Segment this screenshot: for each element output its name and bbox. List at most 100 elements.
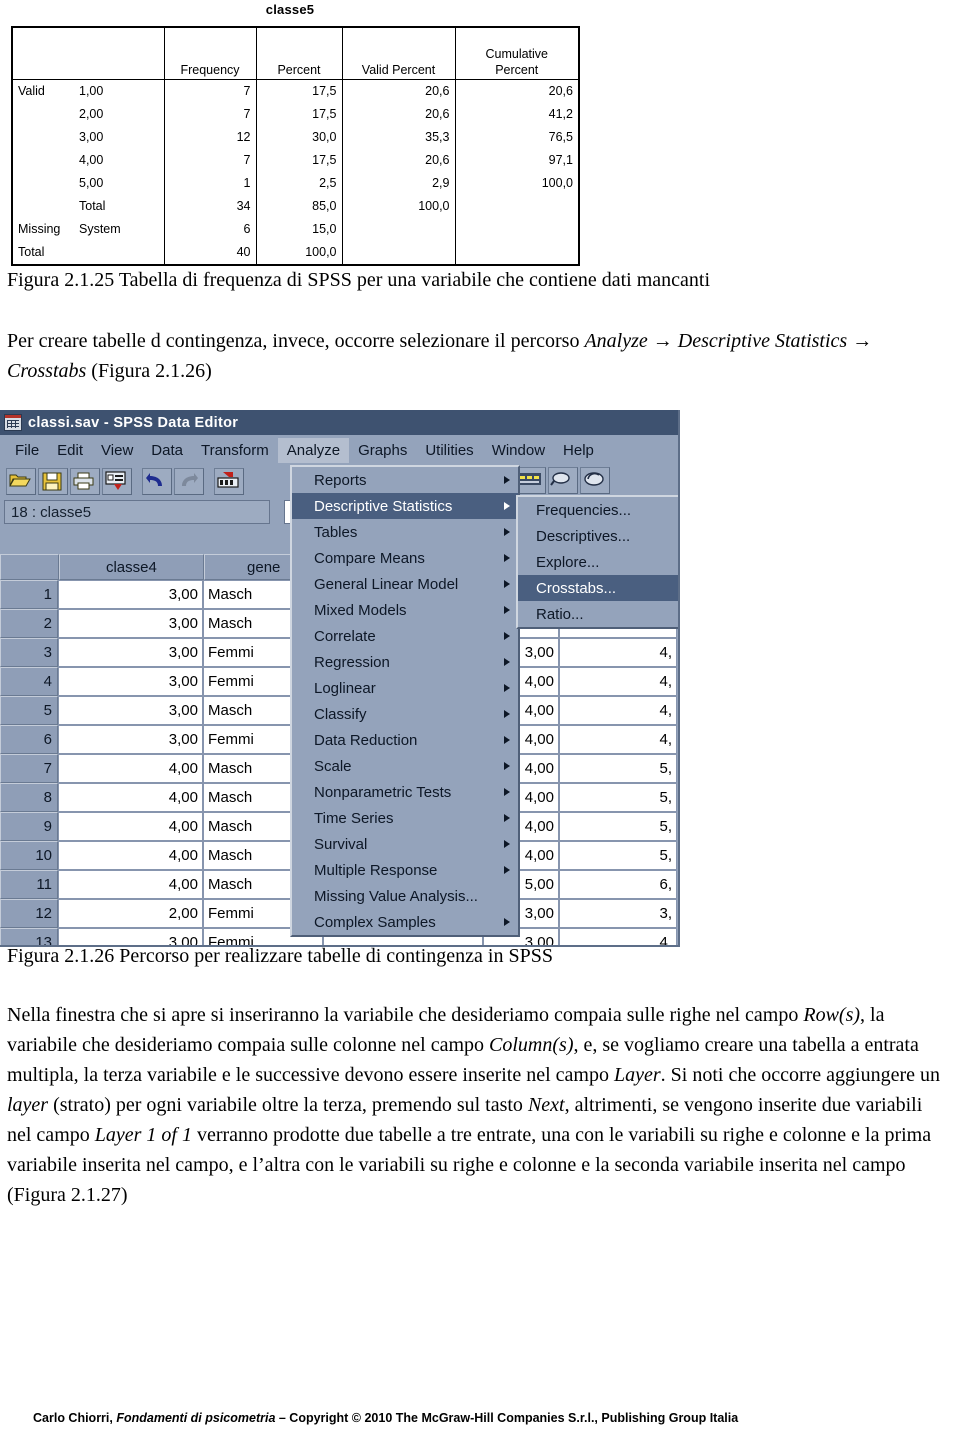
para2-line4a: campo (555, 1064, 614, 1086)
chevron-right-icon (504, 528, 510, 536)
menu-item-compare-means[interactable]: Compare Means (292, 545, 518, 571)
para1-arrow-2: → (847, 330, 873, 352)
header-cumulative-line2: Percent (495, 62, 539, 77)
menu-window[interactable]: Window (483, 438, 554, 463)
menu-item-mixed-models[interactable]: Mixed Models (292, 597, 518, 623)
menu-data[interactable]: Data (142, 438, 192, 463)
row-number[interactable]: 5 (0, 696, 58, 725)
row-number[interactable]: 10 (0, 841, 58, 870)
dialog-recall-icon[interactable] (102, 468, 132, 495)
footer-copyright: – Copyright © 2010 The McGraw-Hill Compa… (275, 1411, 739, 1425)
row-number[interactable]: 7 (0, 754, 58, 783)
cell-classe4[interactable]: 3,00 (58, 580, 203, 609)
grid-select-all-corner[interactable] (0, 554, 60, 580)
cell-percent: 30,0 (256, 125, 343, 149)
menu-graphs[interactable]: Graphs (349, 438, 416, 463)
submenu-item-ratio[interactable]: Ratio... (518, 601, 678, 627)
cell-label: 2,00 (74, 102, 165, 126)
row-number[interactable]: 1 (0, 580, 58, 609)
cell-percent: 17,5 (256, 102, 343, 126)
row-number[interactable]: 4 (0, 667, 58, 696)
menu-utilities[interactable]: Utilities (416, 438, 482, 463)
document-page: classe5 Frequency Percent Valid Percent … (0, 0, 960, 1433)
redo-icon[interactable] (174, 468, 204, 495)
cell-classe4[interactable]: 4,00 (58, 812, 203, 841)
menu-item-loglinear[interactable]: Loglinear (292, 675, 518, 701)
insert-case-icon[interactable] (580, 467, 610, 494)
para2-line4b: . Si noti che occorre aggiungere un (660, 1064, 941, 1086)
menu-item-complex-samples[interactable]: Complex Samples (292, 909, 518, 935)
cell-classe4[interactable]: 2,00 (58, 899, 203, 928)
menu-item-classify[interactable]: Classify (292, 701, 518, 727)
menu-item-descriptive-statistics[interactable]: Descriptive Statistics (292, 493, 518, 519)
menu-item-missing-value-analysis[interactable]: Missing Value Analysis... (292, 883, 518, 909)
save-icon[interactable] (38, 468, 68, 495)
menu-item-multiple-response[interactable]: Multiple Response (292, 857, 518, 883)
menu-item-label: Mixed Models (314, 601, 407, 619)
print-icon[interactable] (70, 468, 100, 495)
menu-item-reports[interactable]: Reports (292, 467, 518, 493)
menu-item-tables[interactable]: Tables (292, 519, 518, 545)
chevron-right-icon (504, 788, 510, 796)
menu-item-regression[interactable]: Regression (292, 649, 518, 675)
menu-edit[interactable]: Edit (48, 438, 92, 463)
cell-classe4[interactable]: 4,00 (58, 870, 203, 899)
menu-transform[interactable]: Transform (192, 438, 278, 463)
menu-item-data-reduction[interactable]: Data Reduction (292, 727, 518, 753)
submenu-item-frequencies[interactable]: Frequencies... (518, 497, 678, 523)
menu-item-correlate[interactable]: Correlate (292, 623, 518, 649)
cell-percent: 15,0 (256, 217, 343, 241)
menu-file[interactable]: File (6, 438, 48, 463)
open-file-icon[interactable] (6, 468, 36, 495)
variables-icon[interactable] (516, 467, 546, 494)
goto-case-icon[interactable] (214, 468, 244, 495)
cell-cumulative-percent (455, 240, 580, 266)
submenu-item-crosstabs[interactable]: Crosstabs... (518, 575, 678, 601)
row-number[interactable]: 2 (0, 609, 58, 638)
row-number[interactable]: 9 (0, 812, 58, 841)
menu-item-survival[interactable]: Survival (292, 831, 518, 857)
menu-item-scale[interactable]: Scale (292, 753, 518, 779)
menu-item-general-linear-model[interactable]: General Linear Model (292, 571, 518, 597)
menu-help[interactable]: Help (554, 438, 603, 463)
menu-item-nonparametric-tests[interactable]: Nonparametric Tests (292, 779, 518, 805)
chevron-right-icon (504, 866, 510, 874)
undo-icon[interactable] (142, 468, 172, 495)
cell-classe4[interactable]: 3,00 (58, 696, 203, 725)
cell-right-2[interactable]: 4, (559, 638, 677, 667)
menu-item-time-series[interactable]: Time Series (292, 805, 518, 831)
row-number[interactable]: 11 (0, 870, 58, 899)
submenu-item-descriptives[interactable]: Descriptives... (518, 523, 678, 549)
cell-classe4[interactable]: 3,00 (58, 609, 203, 638)
cell-right-2[interactable]: 4, (559, 725, 677, 754)
cell-reference-label[interactable]: 18 : classe5 (4, 500, 270, 524)
cell-right-2[interactable]: 5, (559, 812, 677, 841)
para2-line4c: (strato) per ogni variabile oltre la ter… (48, 1094, 367, 1116)
row-number[interactable]: 12 (0, 899, 58, 928)
cell-right-2[interactable]: 6, (559, 870, 677, 899)
cell-right-2[interactable]: 5, (559, 841, 677, 870)
cell-right-2[interactable]: 4, (559, 696, 677, 725)
cell-classe4[interactable]: 4,00 (58, 783, 203, 812)
cell-classe4[interactable]: 4,00 (58, 841, 203, 870)
row-number[interactable]: 8 (0, 783, 58, 812)
cell-right-2[interactable]: 4, (559, 667, 677, 696)
row-number[interactable]: 6 (0, 725, 58, 754)
cell-right-2[interactable]: 3, (559, 899, 677, 928)
row-number[interactable]: 3 (0, 638, 58, 667)
cell-classe4[interactable]: 3,00 (58, 725, 203, 754)
cell-frequency: 7 (164, 79, 257, 103)
cell-classe4[interactable]: 3,00 (58, 638, 203, 667)
grid-column-header-classe4[interactable]: classe4 (59, 554, 204, 580)
submenu-item-explore[interactable]: Explore... (518, 549, 678, 575)
menu-view[interactable]: View (92, 438, 142, 463)
para1-emphasis-crosstabs: Crosstabs (7, 360, 87, 382)
cell-right-2[interactable]: 5, (559, 754, 677, 783)
chevron-right-icon (504, 606, 510, 614)
menu-analyze[interactable]: Analyze (277, 437, 350, 463)
cell-group: Valid (11, 79, 74, 103)
cell-classe4[interactable]: 3,00 (58, 667, 203, 696)
find-icon[interactable] (548, 467, 578, 494)
cell-classe4[interactable]: 4,00 (58, 754, 203, 783)
cell-right-2[interactable]: 5, (559, 783, 677, 812)
